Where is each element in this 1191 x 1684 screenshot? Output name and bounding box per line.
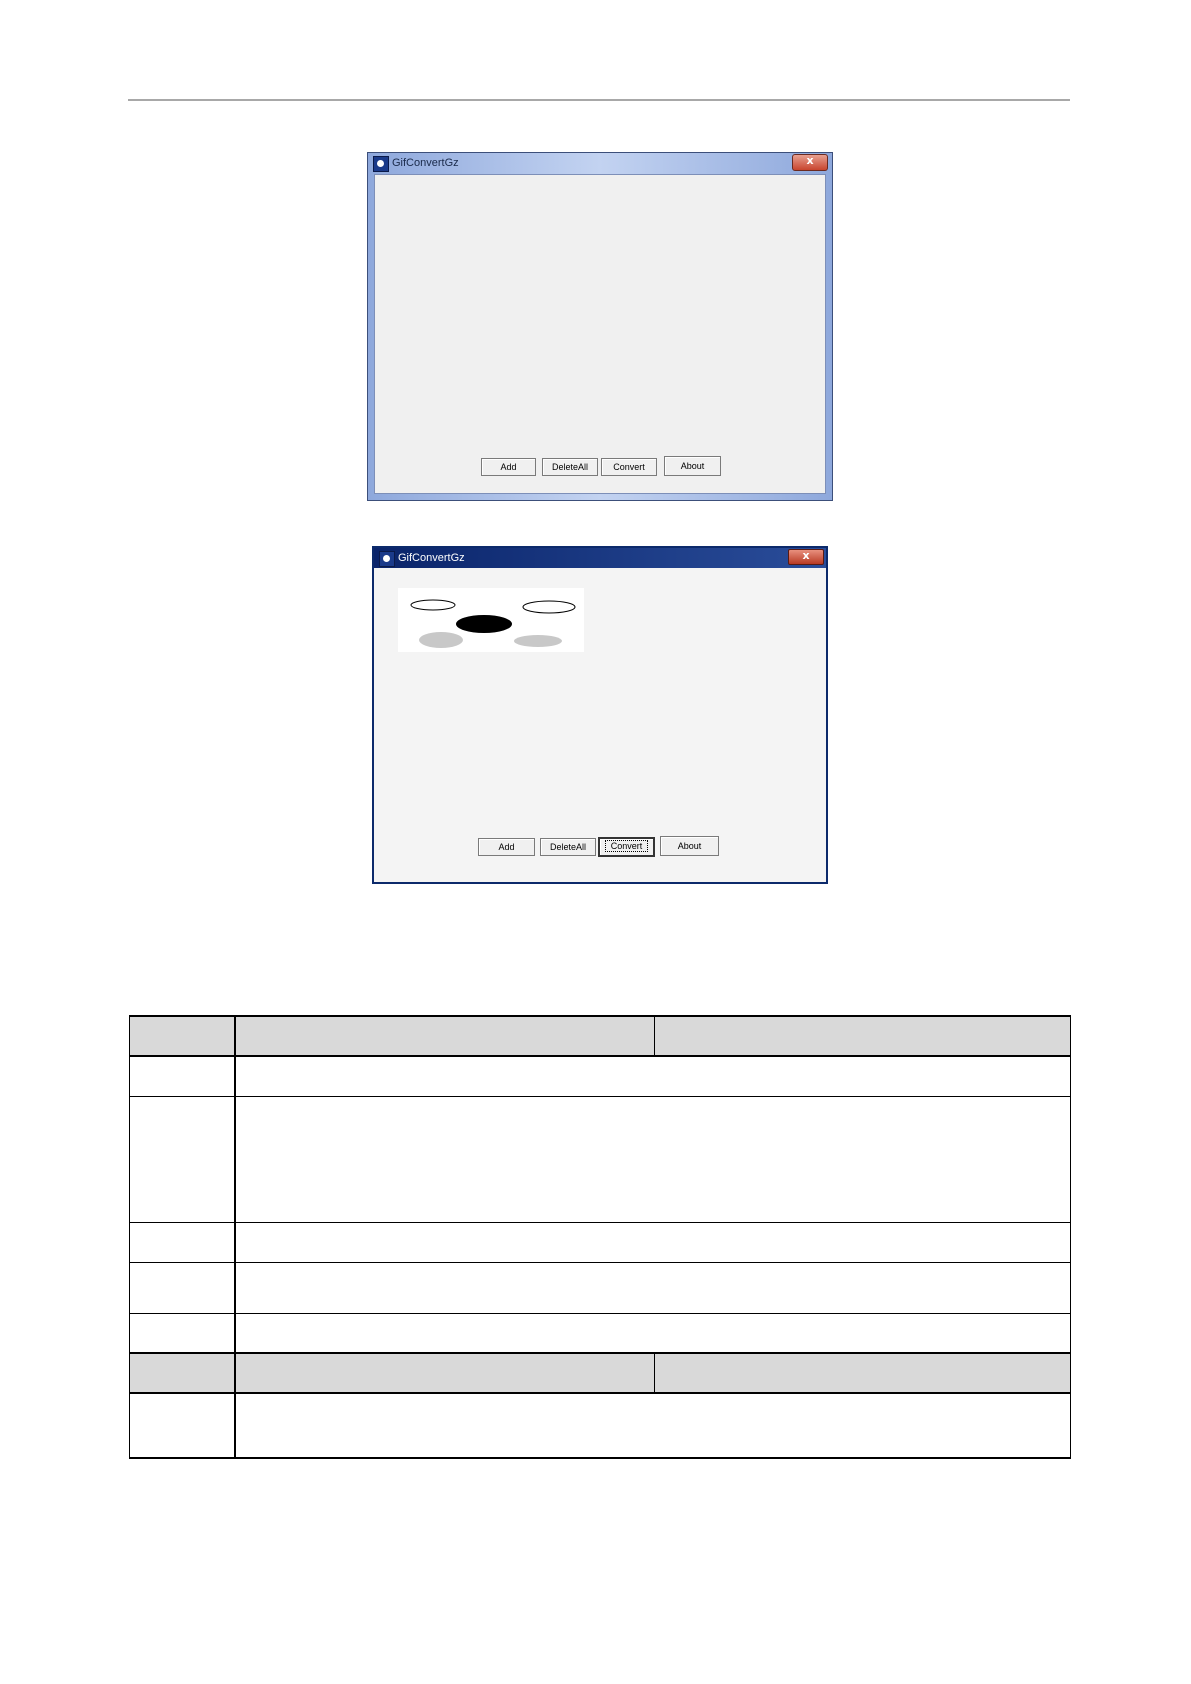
delete-all-button[interactable]: DeleteAll [540, 838, 596, 856]
table-cell [234, 1261, 1071, 1314]
convert-button-label: Convert [604, 840, 649, 852]
gif-preview-image [410, 599, 576, 648]
table-cell [234, 1392, 1071, 1459]
table-cell [129, 1095, 236, 1223]
table-cell [654, 1015, 1071, 1057]
table-row [129, 1312, 1071, 1354]
close-button[interactable]: x [788, 549, 824, 565]
app-window-loaded: GifConvertGz x Add DeleteAll Convert Abo… [372, 546, 828, 884]
close-icon: x [806, 154, 814, 167]
table-cell [129, 1352, 236, 1394]
window-title: GifConvertGz [392, 157, 459, 169]
filled-ellipse-gray-left [419, 632, 463, 648]
close-icon: x [802, 549, 810, 562]
about-button[interactable]: About [664, 456, 721, 476]
app-icon [373, 156, 389, 172]
convert-button[interactable]: Convert [601, 458, 657, 476]
window-title: GifConvertGz [398, 552, 465, 564]
convert-button-focused[interactable]: Convert [598, 837, 655, 857]
gif-preview-thumbnail [398, 588, 584, 652]
window-titlebar[interactable]: GifConvertGz x [374, 548, 826, 568]
filled-ellipse-gray-right [514, 635, 562, 647]
window-client-area: Add DeleteAll Convert About [374, 174, 826, 494]
table-row [129, 1221, 1071, 1263]
table-cell [129, 1015, 236, 1057]
table-cell [129, 1261, 236, 1314]
document-table [129, 1015, 1071, 1459]
table-cell [129, 1392, 236, 1459]
table-cell [234, 1015, 655, 1057]
add-button[interactable]: Add [478, 838, 535, 856]
table-cell [234, 1312, 1071, 1354]
table-row [129, 1055, 1071, 1097]
close-button[interactable]: x [792, 154, 828, 171]
table-cell [234, 1352, 655, 1394]
table-cell [234, 1055, 1071, 1097]
table-cell [654, 1352, 1071, 1394]
table-cell [234, 1221, 1071, 1263]
app-window-empty: GifConvertGz x Add DeleteAll Convert Abo… [367, 152, 833, 501]
table-cell [129, 1055, 236, 1097]
table-cell [234, 1095, 1071, 1223]
outline-ellipse-left [410, 599, 456, 611]
window-titlebar[interactable]: GifConvertGz x [368, 153, 832, 174]
filled-ellipse-black [456, 615, 512, 633]
outline-ellipse-right [522, 600, 576, 614]
delete-all-button[interactable]: DeleteAll [542, 458, 598, 476]
page-header-rule [128, 99, 1070, 101]
about-button[interactable]: About [660, 836, 719, 856]
table-header-row [129, 1352, 1071, 1394]
add-button[interactable]: Add [481, 458, 536, 476]
table-row [129, 1261, 1071, 1314]
table-cell [129, 1312, 236, 1354]
table-row [129, 1095, 1071, 1223]
table-cell [129, 1221, 236, 1263]
table-header-row [129, 1015, 1071, 1057]
table-row [129, 1392, 1071, 1459]
app-icon [379, 551, 395, 567]
